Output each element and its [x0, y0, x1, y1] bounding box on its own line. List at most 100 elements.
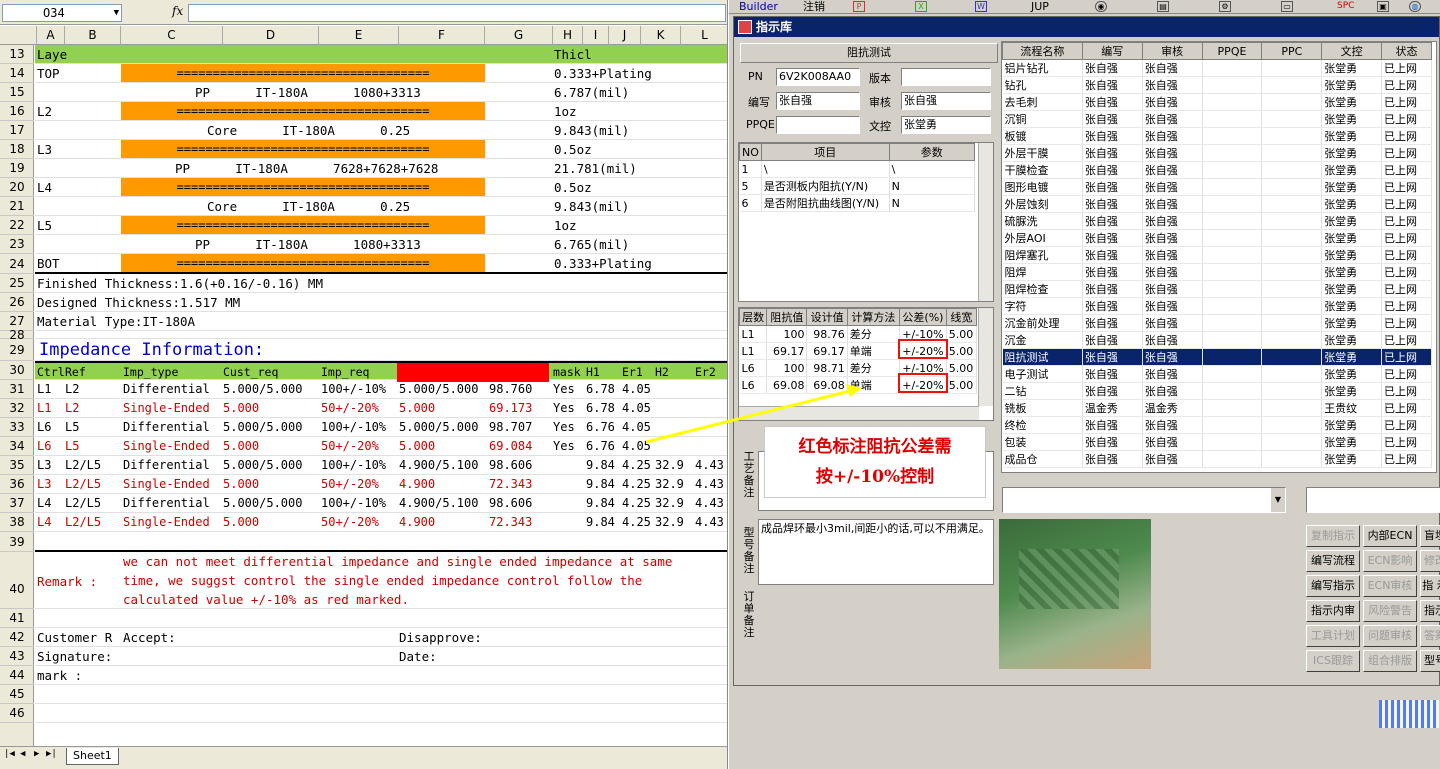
next-sheet-icon[interactable]: ▶	[34, 749, 39, 759]
table-cell[interactable]: 100	[766, 359, 808, 377]
table-cell[interactable]	[1261, 365, 1323, 383]
col-header-d[interactable]: D	[222, 26, 318, 45]
table-cell[interactable]: 张堂勇	[1321, 331, 1383, 349]
table-cell[interactable]: 张自强	[1082, 161, 1143, 179]
table-cell[interactable]: 已上网	[1381, 297, 1432, 315]
control-field[interactable]: 张堂勇	[901, 116, 991, 134]
table-cell[interactable]	[1202, 93, 1263, 111]
table-cell[interactable]: 张自强	[1082, 382, 1143, 400]
table-cell[interactable]: 已上网	[1381, 212, 1432, 230]
cell[interactable]: 72.343	[489, 475, 532, 494]
logout-menu[interactable]: 注销	[803, 0, 825, 13]
col-header-h[interactable]: H	[552, 26, 582, 45]
table-cell[interactable]	[1202, 433, 1263, 451]
column-header[interactable]: 设计值	[806, 308, 848, 326]
table-cell[interactable]: 张自强	[1082, 246, 1143, 264]
globe-icon[interactable]: ◍	[1409, 1, 1421, 12]
cell[interactable]: 69.173	[489, 399, 532, 418]
cell[interactable]: time, we suggst control the single ended…	[123, 571, 642, 590]
table-cell[interactable]: 张自强	[1082, 127, 1143, 145]
table-cell[interactable]: 张自强	[1082, 348, 1143, 366]
table-cell[interactable]	[1202, 144, 1263, 162]
table-cell[interactable]	[1261, 399, 1323, 417]
cell[interactable]: 98.707	[489, 418, 532, 437]
table-cell[interactable]: 铣板	[1002, 399, 1083, 417]
column-header[interactable]: 审核	[1141, 42, 1203, 60]
row-header[interactable]: 35	[0, 456, 34, 475]
row-header[interactable]: 13	[0, 45, 34, 64]
action-button[interactable]: 指 示	[1420, 575, 1440, 597]
tab-craft-note[interactable]: 工艺备注	[740, 451, 758, 521]
cell[interactable]: Differential	[123, 418, 210, 437]
table-cell[interactable]: 张堂勇	[1321, 297, 1383, 315]
table-cell[interactable]: 图形电镀	[1002, 178, 1083, 196]
table-cell[interactable]: 张堂勇	[1321, 161, 1383, 179]
table-cell[interactable]: 阻焊塞孔	[1002, 246, 1083, 264]
table-cell[interactable]	[1202, 76, 1263, 94]
cell[interactable]: Single-Ended	[123, 513, 210, 532]
table-row[interactable]: 干膜检查 张自强 张自强 张堂勇 已上网	[1002, 161, 1432, 179]
cell[interactable]: L2/L5	[65, 494, 101, 513]
row-header[interactable]: 29	[0, 339, 34, 361]
table-cell[interactable]	[1202, 348, 1263, 366]
cell[interactable]: Yes	[553, 380, 575, 399]
table-cell[interactable]: 已上网	[1381, 399, 1432, 417]
tab-order-note[interactable]: 订单备注	[740, 591, 758, 651]
table-cell[interactable]	[1261, 212, 1323, 230]
table-cell[interactable]	[1261, 161, 1323, 179]
cell[interactable]: BOT	[37, 254, 60, 273]
table-cell[interactable]: 5.00	[946, 376, 978, 394]
cell[interactable]: 32.9	[655, 494, 684, 513]
table-cell[interactable]: L6	[739, 376, 768, 394]
cell[interactable]: 5.000	[223, 437, 259, 456]
table-cell[interactable]: 张自强	[1142, 365, 1203, 383]
table-cell[interactable]: L1	[739, 325, 768, 343]
table-cell[interactable]: 差分	[847, 359, 901, 377]
first-sheet-icon[interactable]: |◀	[4, 749, 15, 759]
table-row[interactable]: 外层蚀刻 张自强 张自强 张堂勇 已上网	[1002, 195, 1432, 213]
cell[interactable]: we can not meet differential impedance a…	[123, 552, 672, 571]
cell[interactable]: 32.9	[655, 475, 684, 494]
row-header[interactable]: 36	[0, 475, 34, 494]
impedance-vscrollbar[interactable]	[978, 308, 993, 406]
table-cell[interactable]	[1202, 280, 1263, 298]
table-cell[interactable]	[1202, 229, 1263, 247]
table-cell[interactable]: 张自强	[1082, 263, 1143, 281]
table-cell[interactable]: 张自强	[1082, 229, 1143, 247]
row-header[interactable]: 42	[0, 628, 34, 647]
column-header[interactable]: 文控	[1321, 42, 1383, 60]
table-cell[interactable]: 张自强	[1082, 212, 1143, 230]
cell[interactable]: L5	[65, 437, 79, 456]
table-cell[interactable]: 张自强	[1142, 348, 1203, 366]
table-cell[interactable]	[1202, 399, 1263, 417]
table-cell[interactable]: 成品仓	[1002, 450, 1083, 468]
cell[interactable]: 9.84	[586, 456, 615, 475]
cell[interactable]: 5.000/5.000	[399, 380, 478, 399]
table-cell[interactable]: 是否附阻抗曲线图(Y/N)	[761, 194, 890, 212]
ppqe-field[interactable]	[776, 116, 860, 134]
table-row[interactable]: 1 \ \	[739, 160, 976, 178]
cell[interactable]: Core IT-180A 0.25	[207, 121, 410, 140]
cell[interactable]: Remark :	[37, 572, 97, 591]
row-header[interactable]: 25	[0, 274, 34, 293]
table-cell[interactable]	[1261, 195, 1323, 213]
table-cell[interactable]: 板镀	[1002, 127, 1083, 145]
cell[interactable]: Finished Thickness:1.6(+0.16/-0.16) MM	[37, 274, 323, 293]
table-row[interactable]: 硫脲洗 张自强 张自强 张堂勇 已上网	[1002, 212, 1432, 230]
table-cell[interactable]	[1261, 450, 1323, 468]
table-cell[interactable]: 张自强	[1142, 246, 1203, 264]
table-cell[interactable]: 单端	[847, 342, 901, 360]
cell[interactable]: L3	[37, 456, 51, 475]
table-cell[interactable]: 已上网	[1381, 161, 1432, 179]
cell[interactable]: Yes	[553, 418, 575, 437]
cell[interactable]: L2	[65, 399, 79, 418]
table-cell[interactable]: 张自强	[1142, 144, 1203, 162]
row-header[interactable]: 21	[0, 197, 34, 216]
table-cell[interactable]: 已上网	[1381, 416, 1432, 434]
cell[interactable]: Material Type:IT-180A	[37, 312, 195, 331]
table-cell[interactable]: 张自强	[1142, 416, 1203, 434]
table-cell[interactable]: 张自强	[1082, 144, 1143, 162]
row-header[interactable]: 41	[0, 609, 34, 628]
tools-icon[interactable]: ⚙	[1219, 1, 1231, 12]
cell[interactable]: 5.000	[223, 399, 259, 418]
